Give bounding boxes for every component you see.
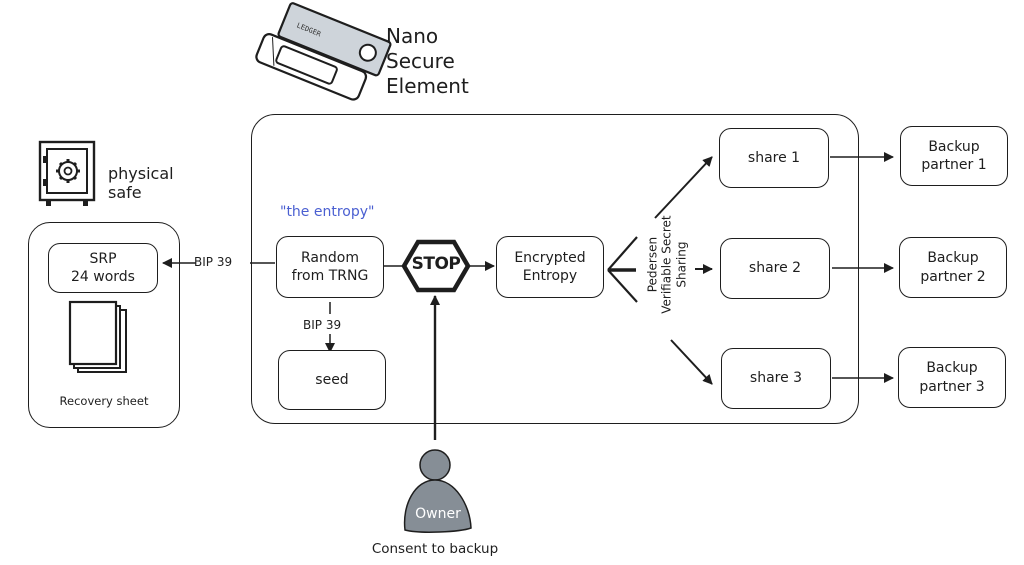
share-1-box: share 1 [719, 128, 829, 188]
bip39-down-label: BIP 39 [303, 318, 342, 332]
seed-box: seed [278, 350, 386, 410]
recovery-sheet-label: Recovery sheet [59, 394, 149, 408]
hardware-wallet-icon: LEDGER [255, 2, 392, 101]
sharing-scheme-label: Pedersen Verifiable Secret Sharing [645, 215, 689, 314]
consent-caption: Consent to backup [371, 541, 499, 557]
safe-icon [38, 140, 96, 206]
srp-box: SRP 24 words [48, 243, 158, 293]
encrypted-entropy-box: Encrypted Entropy [496, 236, 604, 298]
backup-partner-1-box: Backup partner 1 [900, 126, 1008, 186]
bip39-left-label: BIP 39 [194, 255, 233, 269]
random-trng-box: Random from TRNG [276, 236, 384, 298]
share-3-box: share 3 [721, 348, 831, 409]
owner-label: Owner [415, 506, 461, 522]
backup-partner-3-box: Backup partner 3 [898, 347, 1006, 408]
stop-label: STOP [411, 254, 461, 274]
share-2-box: share 2 [720, 238, 830, 299]
device-title: Nano Secure Element [386, 24, 469, 98]
backup-partner-2-box: Backup partner 2 [899, 237, 1007, 298]
safe-label: physical safe [108, 164, 174, 203]
entropy-annotation: "the entropy" [280, 204, 375, 220]
